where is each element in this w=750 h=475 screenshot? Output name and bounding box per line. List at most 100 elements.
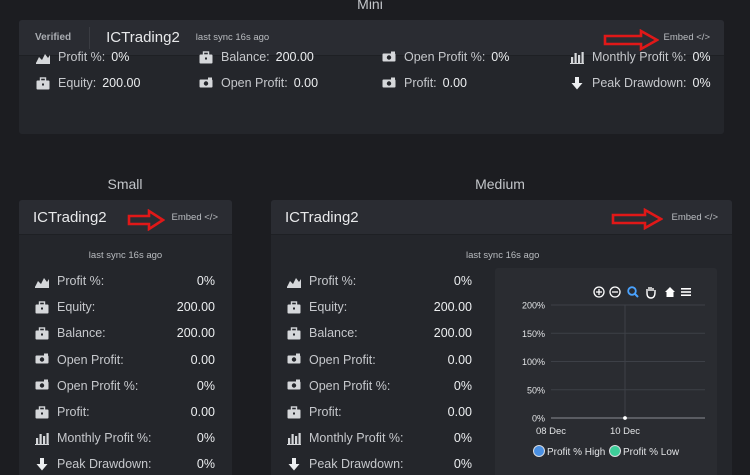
stat-label: Peak Drawdown: [57, 457, 152, 472]
stat-label: Peak Drawdown: [592, 76, 687, 90]
stat-label: Profit: [57, 405, 90, 419]
money-bill-icon [199, 77, 213, 90]
stat-row: Equity: 200.00 [287, 300, 472, 314]
menu-icon[interactable] [681, 288, 691, 296]
stat-value: 200.00 [433, 300, 472, 315]
embed-link[interactable]: Embed </> [664, 32, 710, 43]
header-divider [89, 26, 91, 49]
stat-row: Balance: 200.00 [35, 326, 215, 340]
stat-label: Open Profit %: [404, 50, 486, 64]
stat-label: Open Profit: [309, 352, 376, 367]
stat-row: Equity: 200.00 [36, 76, 140, 90]
mountain-chart-icon [287, 275, 301, 288]
small-stats-list: Profit %: 0% Equity: 200.00 Balance: 200.00 Op… [35, 274, 215, 475]
stat-row: Monthly Profit %: 0% [287, 431, 472, 445]
arrow-down-icon [570, 76, 584, 90]
stat-row: Open Profit %: 0% [382, 50, 509, 64]
stat-label: Open Profit: [221, 76, 288, 90]
embed-link[interactable]: Embed </> [172, 212, 218, 223]
money-bill-icon [382, 77, 396, 90]
briefcase-icon [287, 327, 301, 340]
stat-label: Profit %: [58, 50, 106, 64]
y-tick-label: 100% [522, 357, 545, 367]
stat-label: Equity: [309, 300, 348, 315]
account-title: ICTrading2 [106, 29, 180, 46]
bar-chart-icon [35, 432, 49, 445]
stat-value: 0% [692, 50, 711, 64]
legend-marker [609, 445, 621, 457]
red-arrow-icon [611, 208, 663, 230]
stat-row: Open Profit %: 0% [287, 379, 472, 393]
stat-value: 0.00 [190, 405, 215, 419]
briefcase-icon [287, 300, 301, 314]
sync-status: last sync 16s ago [466, 250, 540, 261]
sync-status: last sync 16s ago [88, 250, 163, 261]
stat-label: Profit: [404, 76, 437, 90]
stat-value: 0% [111, 50, 130, 64]
money-bill-icon [287, 353, 301, 366]
stat-row: Balance: 200.00 [199, 50, 314, 64]
stat-value: 0% [692, 76, 711, 90]
zoom-in-icon[interactable] [593, 286, 605, 298]
stat-label: Profit: [309, 405, 342, 419]
mountain-chart-icon [35, 275, 49, 288]
medium-widget-card: ICTrading2 Embed </> last sync 16s ago P… [271, 200, 732, 475]
stat-row: Monthly Profit %: 0% [35, 431, 215, 445]
stat-label: Equity: [58, 76, 97, 90]
section-title-small: Small [107, 176, 143, 192]
sync-status: last sync 16s ago [195, 32, 270, 43]
legend-label[interactable]: Profit % High [547, 447, 605, 458]
stat-value: 200.00 [102, 76, 141, 90]
bar-chart-icon [570, 51, 584, 64]
mountain-chart-icon [36, 51, 50, 64]
stat-label: Monthly Profit %: [309, 431, 404, 446]
medium-stats-list: Profit %: 0% Equity: 200.00 Balance: 200.00 Op… [287, 274, 472, 475]
stat-row: Balance: 200.00 [287, 326, 472, 340]
stat-label: Balance: [57, 326, 106, 341]
stat-value: 0% [196, 274, 215, 288]
stat-value: 200.00 [433, 326, 472, 341]
briefcase-icon [36, 76, 50, 90]
stat-row: Profit %: 0% [36, 50, 129, 64]
stat-value: 0% [453, 274, 472, 288]
stat-value: 200.00 [176, 326, 215, 341]
stat-value: 0% [196, 457, 215, 472]
zoom-out-icon[interactable] [609, 286, 621, 298]
stat-row: Open Profit: 0.00 [35, 353, 215, 367]
stat-label: Balance: [309, 326, 358, 341]
stat-value: 0% [453, 378, 472, 393]
stat-value: 200.00 [176, 300, 215, 315]
small-widget-card: ICTrading2 Embed </> last sync 16s ago P… [19, 200, 232, 475]
home-icon[interactable] [665, 287, 675, 297]
stat-label: Profit %: [57, 274, 105, 288]
magnify-icon[interactable] [627, 286, 639, 298]
y-tick-label: 150% [522, 329, 545, 339]
arrow-down-icon [35, 457, 49, 471]
stat-label: Open Profit %: [309, 378, 391, 393]
y-tick-label: 50% [527, 385, 545, 395]
briefcase-icon [287, 405, 301, 419]
stat-value: 0.00 [293, 76, 319, 90]
pan-hand-icon[interactable] [646, 287, 656, 299]
embed-link[interactable]: Embed </> [672, 212, 718, 223]
money-bill-icon [382, 51, 396, 64]
stat-row: Profit %: 0% [287, 274, 472, 288]
stat-label: Profit %: [309, 274, 357, 288]
section-title-medium: Medium [475, 176, 525, 192]
y-tick-label: 200% [522, 301, 545, 311]
stat-label: Open Profit: [57, 352, 124, 367]
stat-row: Peak Drawdown: 0% [35, 457, 215, 471]
stat-label: Monthly Profit %: [592, 50, 687, 64]
red-arrow-icon [603, 29, 659, 51]
stat-label: Balance: [221, 50, 270, 64]
y-tick-label: 0% [532, 414, 545, 424]
stat-value: 0% [196, 378, 215, 393]
stat-row: Open Profit %: 0% [35, 379, 215, 393]
legend-label[interactable]: Profit % Low [623, 447, 680, 458]
stat-value: 0% [453, 457, 472, 472]
small-widget-header: ICTrading2 Embed </> [19, 200, 232, 235]
stat-value: 0.00 [447, 405, 472, 419]
stat-row: Profit %: 0% [35, 274, 215, 288]
profit-chart-panel: 200% 150% 100% 50% 0% 08 Dec 10 Dec Profit % Hi… [495, 268, 717, 475]
stat-label: Monthly Profit %: [57, 431, 152, 446]
